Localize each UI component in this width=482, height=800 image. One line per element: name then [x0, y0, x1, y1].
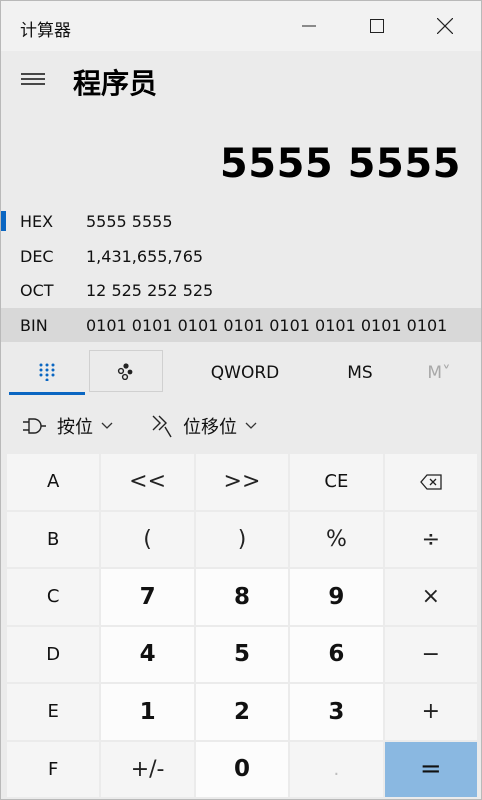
word-size-button[interactable]: QWORD	[197, 363, 293, 383]
minimize-icon	[302, 25, 316, 27]
key-divide[interactable]: ÷	[384, 511, 477, 567]
bit-toggle-icon	[117, 363, 133, 380]
key-9[interactable]: 9	[290, 569, 383, 625]
active-radix-indicator	[1, 211, 6, 231]
key-e[interactable]: E	[7, 684, 100, 740]
keypad-icon	[39, 363, 55, 381]
close-icon	[437, 18, 453, 34]
key-left-shift[interactable]: <<	[101, 454, 194, 510]
key-right-shift[interactable]: >>	[195, 454, 289, 510]
radix-row-dec[interactable]: DEC 1,431,655,765	[1, 239, 481, 273]
key-3[interactable]: 3	[290, 684, 383, 740]
chevron-down-icon	[101, 422, 113, 429]
hamburger-icon	[21, 73, 45, 85]
radix-row-bin[interactable]: BIN 0101 0101 0101 0101 0101 0101 0101 0…	[1, 308, 481, 342]
radix-label: DEC	[20, 246, 54, 266]
title-bar: 计算器	[1, 1, 481, 51]
chevron-down-icon	[245, 422, 257, 429]
radix-row-oct[interactable]: OCT 12 525 252 525	[1, 273, 481, 307]
key-equals[interactable]: =	[384, 741, 477, 797]
radix-value: 1,431,655,765	[86, 246, 204, 266]
calculator-window: 计算器 程序员 5555 5555 HEX 5555 5555 DEC 1,43…	[0, 0, 482, 800]
key-6[interactable]: 6	[290, 626, 383, 682]
key-f[interactable]: F	[7, 741, 100, 797]
key-open-paren[interactable]: (	[101, 511, 194, 567]
bitwise-label: 按位	[57, 417, 93, 438]
backspace-icon	[419, 474, 442, 490]
bit-shift-dropdown[interactable]: 位移位	[151, 409, 257, 443]
keypad: A << >> CE B ( ) % ÷ C 7 8 9 × D 4 5 6 −…	[7, 454, 477, 797]
memory-list-button[interactable]: M˅	[419, 363, 459, 383]
bit-shift-icon	[152, 415, 172, 438]
key-backspace[interactable]	[384, 454, 477, 510]
radix-value: 0101 0101 0101 0101 0101 0101 0101 0101	[86, 315, 448, 335]
bitwise-dropdown[interactable]: 按位	[21, 409, 113, 443]
tab-full-keypad[interactable]	[9, 349, 85, 395]
key-negate[interactable]: +/-	[101, 741, 194, 797]
app-title: 计算器	[20, 21, 71, 41]
maximize-icon	[370, 19, 384, 33]
key-8[interactable]: 8	[195, 569, 289, 625]
key-multiply[interactable]: ×	[384, 569, 477, 625]
radix-row-hex[interactable]: HEX 5555 5555	[1, 204, 481, 238]
result-display: 5555 5555	[219, 141, 461, 187]
mode-title: 程序员	[73, 67, 158, 100]
key-0[interactable]: 0	[195, 741, 289, 797]
key-a[interactable]: A	[7, 454, 100, 510]
radix-label: OCT	[20, 280, 54, 300]
radix-label: HEX	[20, 211, 54, 231]
key-decimal[interactable]: .	[290, 741, 383, 797]
key-subtract[interactable]: −	[384, 626, 477, 682]
key-4[interactable]: 4	[101, 626, 194, 682]
key-close-paren[interactable]: )	[195, 511, 289, 567]
radix-label: BIN	[20, 315, 48, 335]
logic-gate-icon	[23, 418, 46, 434]
key-d[interactable]: D	[7, 626, 100, 682]
key-c[interactable]: C	[7, 569, 100, 625]
active-tab-indicator	[9, 392, 85, 395]
tab-bit-toggling-keypad[interactable]	[89, 350, 163, 392]
maximize-button[interactable]	[343, 1, 411, 51]
close-button[interactable]	[411, 1, 479, 51]
radix-value: 5555 5555	[86, 211, 173, 231]
key-clear-entry[interactable]: CE	[290, 454, 383, 510]
radix-value: 12 525 252 525	[86, 280, 214, 300]
memory-store-button[interactable]: MS	[333, 363, 387, 383]
key-add[interactable]: +	[384, 684, 477, 740]
key-1[interactable]: 1	[101, 684, 194, 740]
minimize-button[interactable]	[275, 1, 343, 51]
key-5[interactable]: 5	[195, 626, 289, 682]
key-modulo[interactable]: %	[290, 511, 383, 567]
key-b[interactable]: B	[7, 511, 100, 567]
navigation-menu-button[interactable]	[17, 65, 49, 93]
key-2[interactable]: 2	[195, 684, 289, 740]
bit-shift-label: 位移位	[183, 417, 237, 438]
key-7[interactable]: 7	[101, 569, 194, 625]
